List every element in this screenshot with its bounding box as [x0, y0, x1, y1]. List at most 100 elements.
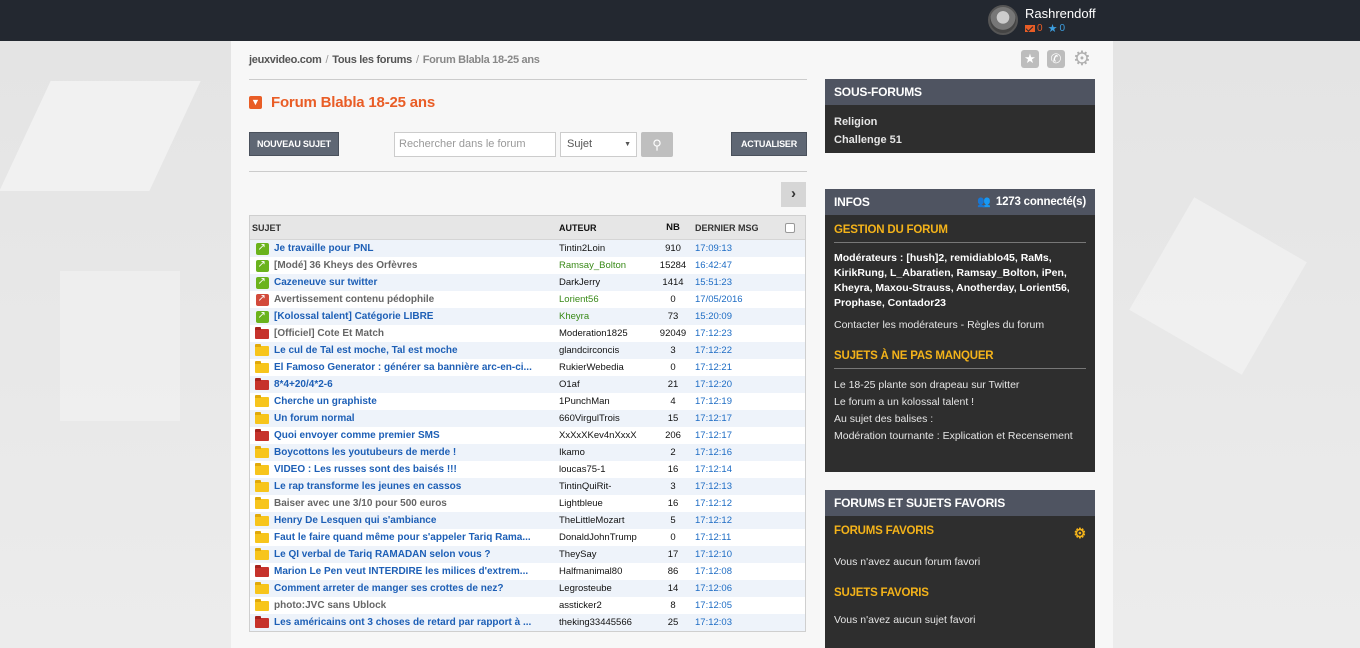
- star-count[interactable]: 0: [1059, 23, 1065, 35]
- forum-rules-link[interactable]: Règles du forum: [967, 319, 1044, 331]
- topic-last-message-link[interactable]: 17:12:11: [695, 532, 780, 543]
- table-row[interactable]: photo:JVC sans Ublock assticker2 8 17:12:05: [250, 597, 805, 614]
- table-row[interactable]: Comment arreter de manger ses crottes de…: [250, 580, 805, 597]
- topic-author[interactable]: DarkJerry: [559, 277, 651, 288]
- subforum-link-religion[interactable]: Religion: [825, 113, 1095, 131]
- chevron-down-icon[interactable]: ▼: [249, 96, 262, 109]
- table-row[interactable]: Cherche un graphiste 1PunchMan 4 17:12:19: [250, 393, 805, 410]
- topic-title-link[interactable]: Cherche un graphiste: [274, 396, 559, 407]
- topic-last-message-link[interactable]: 17:12:17: [695, 430, 780, 441]
- topic-last-message-link[interactable]: 17:09:13: [695, 243, 780, 254]
- topic-title-link[interactable]: VIDEO : Les russes sont des baisés !!!: [274, 464, 559, 475]
- topic-title-link[interactable]: Avertissement contenu pédophile: [274, 294, 559, 305]
- table-row[interactable]: [Modé] 36 Kheys des OrfèvresRamsay_Bolto…: [250, 257, 805, 274]
- topic-last-message-link[interactable]: 17:12:23: [695, 328, 780, 339]
- topic-title-link[interactable]: Marion Le Pen veut INTERDIRE les milices…: [274, 566, 559, 577]
- topic-title-link[interactable]: Cazeneuve sur twitter: [274, 277, 559, 288]
- topic-last-message-link[interactable]: 17:12:20: [695, 379, 780, 390]
- topic-author[interactable]: DonaldJohnTrump: [559, 532, 651, 543]
- topic-author[interactable]: RukierWebedia: [559, 362, 651, 373]
- subforum-link-challenge[interactable]: Challenge 51: [825, 131, 1095, 149]
- topic-author[interactable]: Legrosteube: [559, 583, 651, 594]
- topic-last-message-link[interactable]: 17:12:05: [695, 600, 780, 611]
- topic-last-message-link[interactable]: 17:12:03: [695, 617, 780, 628]
- topic-title-link[interactable]: Un forum normal: [274, 413, 559, 424]
- refresh-button[interactable]: ACTUALISER: [731, 132, 807, 156]
- mail-icon[interactable]: [1025, 25, 1035, 32]
- topic-last-message-link[interactable]: 17/05/2016: [695, 294, 780, 305]
- topic-author[interactable]: O1af: [559, 379, 651, 390]
- topic-title-link[interactable]: [Kolossal talent] Catégorie LIBRE: [274, 311, 559, 322]
- topic-title-link[interactable]: [Officiel] Cote Et Match: [274, 328, 559, 339]
- table-row[interactable]: Le cul de Tal est moche, Tal est moche gl…: [250, 342, 805, 359]
- topic-title-link[interactable]: Boycottons les youtubeurs de merde !: [274, 447, 559, 458]
- table-row[interactable]: VIDEO : Les russes sont des baisés !!! lo…: [250, 461, 805, 478]
- topic-author[interactable]: assticker2: [559, 600, 651, 611]
- notification-icon[interactable]: ✆: [1047, 50, 1065, 68]
- must-topic-link[interactable]: Au sujet des balises :: [825, 411, 1095, 428]
- star-icon[interactable]: ★: [1048, 23, 1058, 35]
- topic-title-link[interactable]: El Famoso Generator : générer sa bannièr…: [274, 362, 559, 373]
- new-topic-button[interactable]: NOUVEAU SUJET: [249, 132, 339, 156]
- breadcrumb-home[interactable]: jeuxvideo.com: [249, 54, 322, 66]
- mail-count[interactable]: 0: [1037, 23, 1043, 35]
- topic-author[interactable]: theking33445566: [559, 617, 651, 628]
- topic-last-message-link[interactable]: 17:12:10: [695, 549, 780, 560]
- checkbox[interactable]: [785, 222, 795, 233]
- must-topic-link[interactable]: Le forum a un kolossal talent !: [825, 394, 1095, 411]
- breadcrumb-all-forums[interactable]: Tous les forums: [332, 54, 412, 66]
- topic-author[interactable]: loucas75-1: [559, 464, 651, 475]
- topic-author[interactable]: TheySay: [559, 549, 651, 560]
- topic-title-link[interactable]: Comment arreter de manger ses crottes de…: [274, 583, 559, 594]
- table-row[interactable]: Avertissement contenu pédophileLorient56…: [250, 291, 805, 308]
- topic-last-message-link[interactable]: 17:12:22: [695, 345, 780, 356]
- topic-author[interactable]: Moderation1825: [559, 328, 651, 339]
- gear-icon[interactable]: ⚙: [1073, 49, 1091, 69]
- topic-last-message-link[interactable]: 15:20:09: [695, 311, 780, 322]
- topic-last-message-link[interactable]: 17:12:12: [695, 515, 780, 526]
- contact-moderators-link[interactable]: Contacter les modérateurs: [834, 319, 958, 331]
- topic-author[interactable]: Tintin2Loin: [559, 243, 651, 254]
- table-row[interactable]: Quoi envoyer comme premier SMS XxXxXKev4n…: [250, 427, 805, 444]
- topic-author[interactable]: Ramsay_Bolton: [559, 260, 651, 271]
- gear-icon[interactable]: ⚙: [1074, 525, 1087, 542]
- table-row[interactable]: Je travaille pour PNLTintin2Loin 910 17:09…: [250, 240, 805, 257]
- search-input[interactable]: Rechercher dans le forum: [394, 132, 556, 157]
- topic-title-link[interactable]: Baiser avec une 3/10 pour 500 euros: [274, 498, 559, 509]
- topic-title-link[interactable]: Henry De Lesquen qui s'ambiance: [274, 515, 559, 526]
- topic-title-link[interactable]: [Modé] 36 Kheys des Orfèvres: [274, 260, 559, 271]
- topic-title-link[interactable]: Faut le faire quand même pour s'appeler …: [274, 532, 559, 543]
- topic-title-link[interactable]: Le rap transforme les jeunes en cassos: [274, 481, 559, 492]
- topic-author[interactable]: glandcirconcis: [559, 345, 651, 356]
- table-row[interactable]: Boycottons les youtubeurs de merde ! Ikam…: [250, 444, 805, 461]
- topic-title-link[interactable]: Je travaille pour PNL: [274, 243, 559, 254]
- username[interactable]: Rashrendoff: [1025, 6, 1096, 21]
- topic-title-link[interactable]: Les américains ont 3 choses de retard pa…: [274, 617, 559, 628]
- table-row[interactable]: [Kolossal talent] Catégorie LIBREKheyra 7…: [250, 308, 805, 325]
- topic-author[interactable]: XxXxXKev4nXxxX: [559, 430, 651, 441]
- topic-title-link[interactable]: Quoi envoyer comme premier SMS: [274, 430, 559, 441]
- topic-title-link[interactable]: 8*4+20/4*2-6: [274, 379, 559, 390]
- topic-last-message-link[interactable]: 15:51:23: [695, 277, 780, 288]
- topic-last-message-link[interactable]: 17:12:08: [695, 566, 780, 577]
- topic-title-link[interactable]: photo:JVC sans Ublock: [274, 600, 559, 611]
- table-row[interactable]: Le QI verbal de Tariq RAMADAN selon vous…: [250, 546, 805, 563]
- next-page-button[interactable]: ›: [781, 182, 806, 207]
- topic-author[interactable]: TintinQuiRit-: [559, 481, 651, 492]
- topic-author[interactable]: 660VirgulTrois: [559, 413, 651, 424]
- table-row[interactable]: [Officiel] Cote Et Match Moderation1825 92…: [250, 325, 805, 342]
- table-row[interactable]: Faut le faire quand même pour s'appeler …: [250, 529, 805, 546]
- table-row[interactable]: Le rap transforme les jeunes en cassos Ti…: [250, 478, 805, 495]
- table-row[interactable]: El Famoso Generator : générer sa bannièr…: [250, 359, 805, 376]
- topic-last-message-link[interactable]: 17:12:14: [695, 464, 780, 475]
- topic-last-message-link[interactable]: 17:12:17: [695, 413, 780, 424]
- favorite-star-icon[interactable]: ★: [1021, 50, 1039, 68]
- topic-author[interactable]: Lightbleue: [559, 498, 651, 509]
- table-row[interactable]: Cazeneuve sur twitterDarkJerry 1414 15:51:…: [250, 274, 805, 291]
- topic-title-link[interactable]: Le cul de Tal est moche, Tal est moche: [274, 345, 559, 356]
- table-row[interactable]: Les américains ont 3 choses de retard pa…: [250, 614, 805, 631]
- topic-last-message-link[interactable]: 17:12:19: [695, 396, 780, 407]
- table-row[interactable]: Un forum normal 660VirgulTrois 15 17:12:17: [250, 410, 805, 427]
- search-button[interactable]: ⚲: [641, 132, 673, 157]
- topic-author[interactable]: Lorient56: [559, 294, 651, 305]
